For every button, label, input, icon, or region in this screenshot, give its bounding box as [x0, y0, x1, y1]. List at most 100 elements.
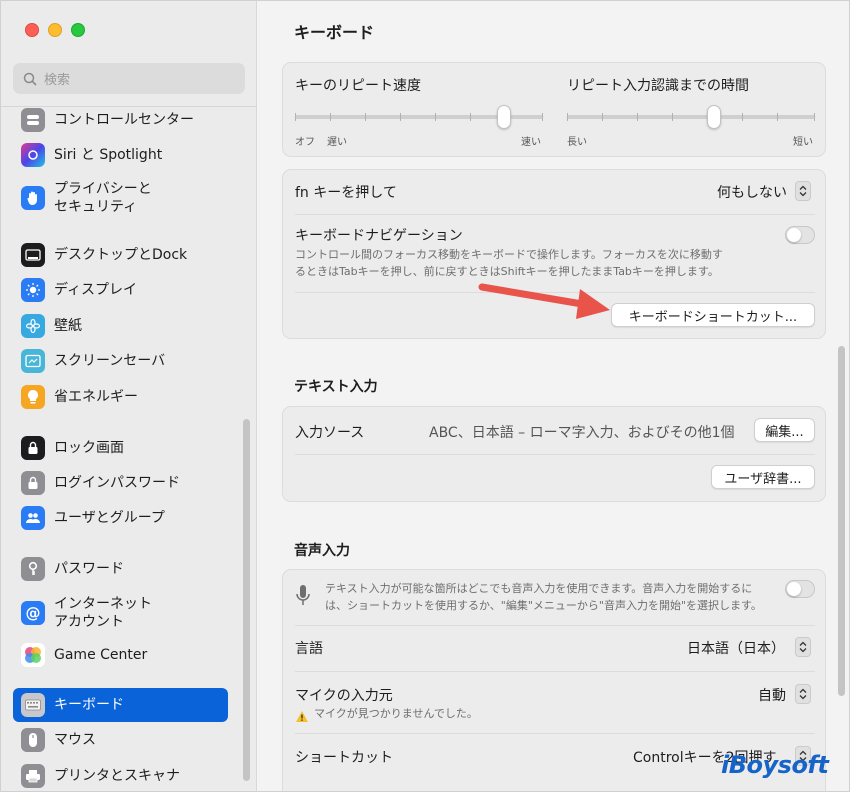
- sidebar-item-energy[interactable]: 省エネルギー: [13, 380, 228, 414]
- keyboard-navigation-toggle[interactable]: [785, 226, 815, 244]
- dictation-desc-line1: テキスト入力が可能な箇所はどこでも音声入力を使用できます。音声入力を開始するに: [325, 582, 753, 595]
- slider-tick: [777, 113, 778, 121]
- sidebar-item-label: デスクトップとDock: [54, 246, 188, 263]
- sidebar-item-privacy[interactable]: プライバシーと セキュリティ: [13, 174, 228, 222]
- sidebar-item-printers[interactable]: プリンタとスキャナ: [13, 759, 228, 791]
- slider-tick: [814, 113, 815, 121]
- sidebar-item-label: 省エネルギー: [54, 388, 138, 405]
- sidebar-item-label: ロック画面: [54, 439, 124, 456]
- page-title: キーボード: [294, 23, 375, 42]
- language-label: 言語: [295, 641, 323, 657]
- fn-key-stepper[interactable]: [795, 181, 811, 201]
- text-input-card: 入力ソース ABC、日本語 – ローマ字入力、およびその他1個 編集... ユー…: [282, 406, 826, 502]
- updown-chevron-icon: [799, 688, 807, 700]
- slider-tick: [672, 113, 673, 121]
- sidebar-item-screensaver[interactable]: スクリーンセーバ: [13, 344, 228, 378]
- watermark-logo: iBoysoft: [721, 751, 829, 779]
- sidebar-item-wallpaper[interactable]: 壁紙: [13, 309, 228, 343]
- sidebar-item-mouse[interactable]: マウス: [13, 723, 228, 757]
- dock-icon: [21, 243, 45, 267]
- minimize-button[interactable]: [48, 23, 62, 37]
- slider-min-label: オフ: [295, 137, 315, 148]
- dictation-desc-line2: は、ショートカットを使用するか、"編集"メニューから"音声入力を開始"を選択しま…: [325, 599, 762, 612]
- sidebar-item-passwords[interactable]: パスワード: [13, 552, 228, 586]
- user-dictionary-button[interactable]: ユーザ辞書...: [711, 465, 815, 489]
- fn-key-value[interactable]: 何もしない: [717, 182, 787, 202]
- delay-until-repeat-title: リピート入力認識までの時間: [567, 78, 749, 94]
- users-icon: [21, 506, 45, 530]
- zoom-button[interactable]: [71, 23, 85, 37]
- screensaver-icon: [21, 349, 45, 373]
- sidebar-item-label: スクリーンセーバ: [54, 352, 166, 369]
- sidebar-item-game-center[interactable]: Game Center: [13, 638, 228, 672]
- flower-icon: [21, 314, 45, 338]
- slider-max-label: 速い: [521, 137, 541, 148]
- separator: [295, 454, 815, 455]
- sidebar-item-label: インターネット アカウント: [54, 595, 152, 630]
- sidebar-item-label: Siri と Spotlight: [54, 146, 163, 163]
- sidebar-item-lock-screen[interactable]: ロック画面: [13, 431, 228, 465]
- dictation-section-title: 音声入力: [294, 543, 350, 559]
- slider-tick: [602, 113, 603, 121]
- input-sources-label: 入力ソース: [295, 425, 365, 441]
- close-button[interactable]: [25, 23, 39, 37]
- language-stepper[interactable]: [795, 637, 811, 657]
- sidebar-item-label: コントロールセンター: [54, 111, 194, 128]
- sidebar-item-label: ディスプレイ: [54, 281, 138, 298]
- sidebar-item-login-password[interactable]: ログインパスワード: [13, 466, 228, 500]
- at-sign-icon: @: [21, 601, 45, 625]
- separator: [295, 733, 815, 734]
- sidebar-item-label: パスワード: [54, 560, 124, 577]
- language-value[interactable]: 日本語（日本）: [687, 638, 785, 658]
- slider-knob[interactable]: [497, 105, 511, 129]
- sidebar-item-label: ユーザとグループ: [54, 509, 165, 526]
- sun-icon: [21, 278, 45, 302]
- slider-tick: [542, 113, 543, 121]
- slider-tick: [742, 113, 743, 121]
- edit-input-sources-button[interactable]: 編集...: [754, 418, 815, 442]
- separator: [295, 214, 815, 215]
- keyboard-navigation-desc-line1: コントロール間のフォーカス移動をキーボードで操作します。フォーカスを次に移動す: [295, 248, 723, 261]
- input-sources-value: ABC、日本語 – ローマ字入力、およびその他1個: [429, 425, 735, 441]
- lock-icon: [21, 471, 45, 495]
- hand-icon: [21, 186, 45, 210]
- fn-key-label: fn キーを押して: [295, 185, 397, 201]
- lock-screen-icon: [21, 436, 45, 460]
- settings-window: 検索 コントロールセンター Siri と Spotlight プライバシーと セ…: [0, 0, 850, 792]
- slider-tick: [365, 113, 366, 121]
- sidebar-item-label: プリンタとスキャナ: [54, 767, 180, 784]
- separator: [295, 671, 815, 672]
- sidebar-item-label: ログインパスワード: [54, 474, 180, 491]
- sidebar-item-users-groups[interactable]: ユーザとグループ: [13, 501, 228, 535]
- control-center-icon: [21, 108, 45, 132]
- search-input[interactable]: 検索: [13, 63, 245, 94]
- sidebar-item-keyboard[interactable]: キーボード: [13, 688, 228, 722]
- slider-tick: [637, 113, 638, 121]
- game-center-icon: [21, 643, 45, 667]
- toggle-knob: [787, 228, 801, 242]
- dictation-toggle[interactable]: [785, 580, 815, 598]
- sidebar-item-label: Game Center: [54, 646, 148, 663]
- sidebar-item-siri[interactable]: Siri と Spotlight: [13, 138, 228, 172]
- slider-tick: [567, 113, 568, 121]
- printer-icon: [21, 764, 45, 788]
- annotation-arrow-icon: [478, 283, 610, 319]
- slider-knob[interactable]: [707, 105, 721, 129]
- sidebar-item-control-center[interactable]: コントロールセンター: [13, 103, 228, 137]
- mic-source-stepper[interactable]: [795, 684, 811, 704]
- siri-icon: [21, 143, 45, 167]
- sidebar-item-display[interactable]: ディスプレイ: [13, 273, 228, 307]
- keyboard-shortcuts-button[interactable]: キーボードショートカット...: [611, 303, 815, 327]
- sidebar: 検索 コントロールセンター Siri と Spotlight プライバシーと セ…: [1, 1, 257, 791]
- sidebar-item-internet-accounts[interactable]: @ インターネット アカウント: [13, 589, 228, 637]
- key-icon: [21, 557, 45, 581]
- main-scrollbar[interactable]: [838, 346, 845, 696]
- slider-tick: [435, 113, 436, 121]
- sidebar-item-desktop-dock[interactable]: デスクトップとDock: [13, 238, 228, 272]
- key-repeat-card: キーのリピート速度 リピート入力認識までの時間 オフ 遅い 速い 長い 短い: [282, 62, 826, 157]
- mic-source-value[interactable]: 自動: [758, 685, 786, 705]
- search-placeholder: 検索: [44, 73, 71, 88]
- updown-chevron-icon: [799, 185, 807, 197]
- sidebar-scrollbar[interactable]: [243, 419, 250, 781]
- microphone-icon: [295, 584, 311, 614]
